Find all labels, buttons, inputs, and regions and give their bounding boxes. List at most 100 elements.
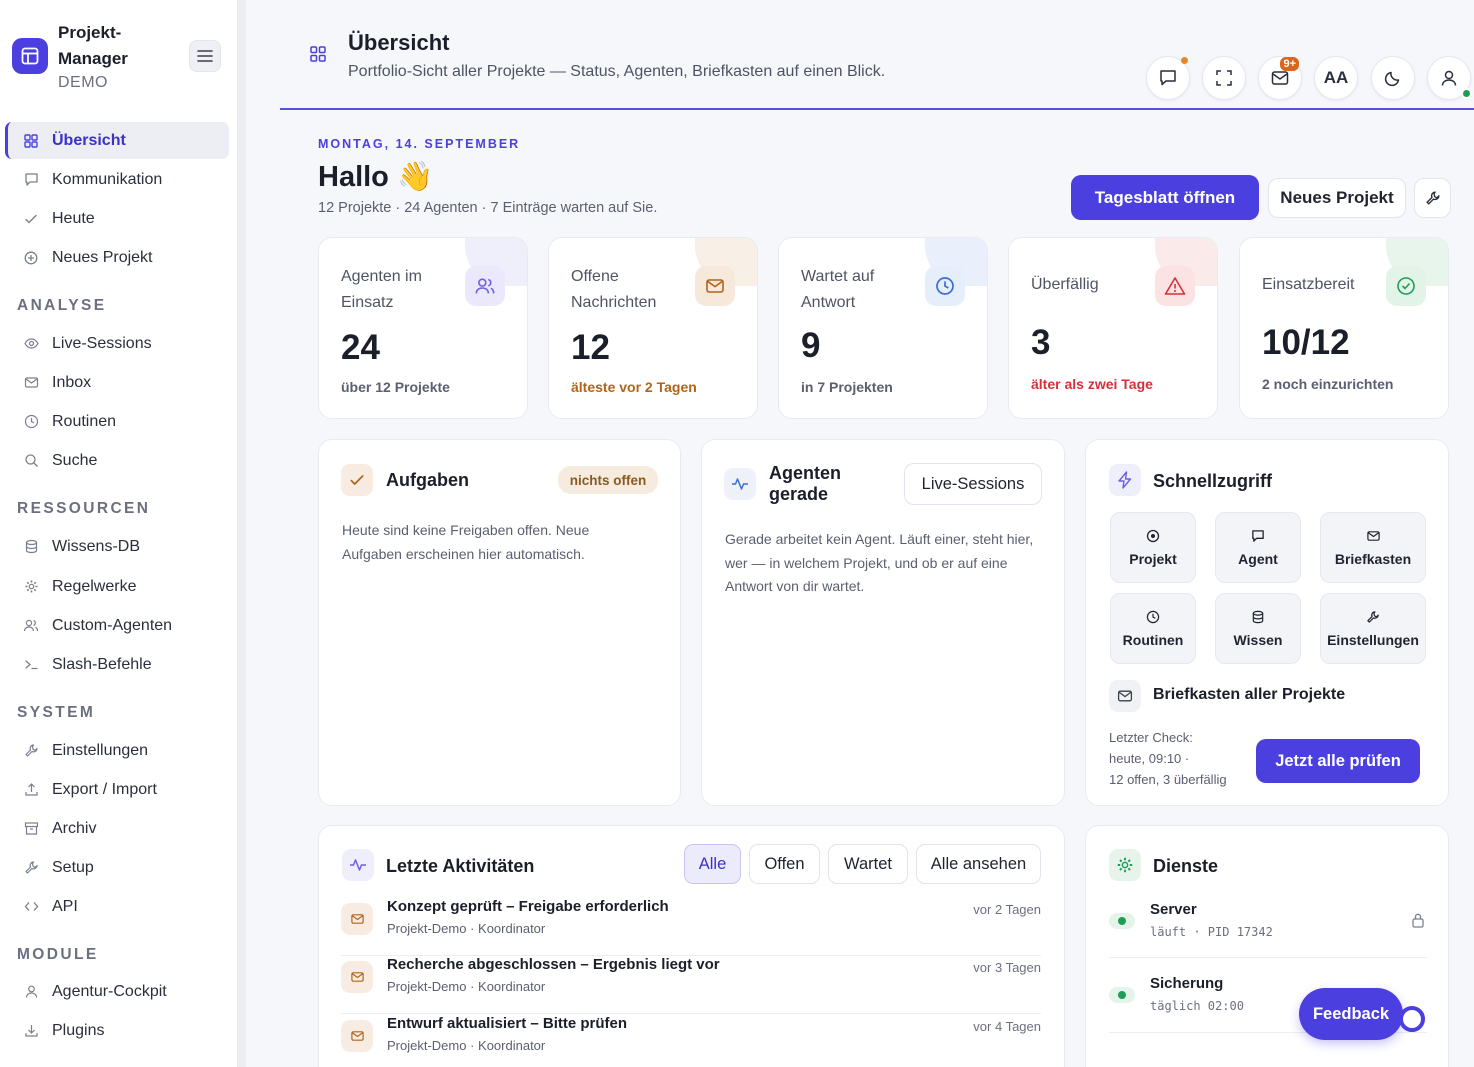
clock-icon	[1146, 610, 1160, 623]
sidebar-item-agentur-cockpit[interactable]: Agentur-Cockpit	[5, 973, 229, 1010]
toggle-switch[interactable]	[1399, 1006, 1425, 1032]
stat-label: Offene Nachrichten	[571, 268, 657, 311]
code-icon	[23, 899, 39, 915]
service-name: Sicherung	[1150, 975, 1224, 992]
greeting-summary: 12 Projekte · 24 Agenten · 7 Einträge wa…	[318, 200, 658, 216]
quick-tile-routinen[interactable]: Routinen	[1110, 593, 1196, 664]
mail-icon	[1109, 680, 1141, 712]
stat-card-overdue[interactable]: Überfällig 3 älter als zwei Tage	[1008, 237, 1218, 419]
quick-tile-projekt[interactable]: Projekt	[1110, 512, 1196, 583]
sidebar-item-api[interactable]: API	[5, 888, 229, 925]
agents-title-line2: gerade	[769, 484, 829, 504]
activity-role: Koordinator	[478, 979, 546, 994]
sidebar-item-inbox[interactable]: Inbox	[5, 364, 229, 401]
sidebar-item-regelwerke[interactable]: Regelwerke	[5, 568, 229, 605]
last-check-line2: heute, 09:10 ·	[1109, 751, 1190, 766]
greeting-heading: Hallo 👋	[318, 161, 434, 193]
live-sessions-button[interactable]: Live-Sessions	[904, 463, 1042, 505]
nav-section-ressourcen: RESSOURCEN	[17, 500, 151, 517]
stat-card-agents[interactable]: Agenten im Einsatz 24 über 12 Projekte	[318, 237, 528, 419]
sidebar-item-label: Kommunikation	[52, 170, 163, 188]
sidebar-item-export-import[interactable]: Export / Import	[5, 771, 229, 808]
mail-icon	[341, 903, 373, 935]
sidebar-item-slash-befehle[interactable]: Slash-Befehle	[5, 646, 229, 683]
sidebar-item-kommunikation[interactable]: Kommunikation	[5, 161, 229, 198]
sidebar-scrollbar[interactable]	[238, 0, 246, 1067]
feedback-button[interactable]: Feedback	[1299, 988, 1403, 1040]
font-size-button[interactable]: AA	[1314, 56, 1358, 100]
stat-note: 2 noch einzurichten	[1262, 376, 1394, 392]
chat-icon	[1160, 70, 1176, 86]
open-daily-sheet-button[interactable]: Tagesblatt öffnen	[1071, 175, 1259, 220]
sidebar-item-einstellungen[interactable]: Einstellungen	[5, 732, 229, 769]
services-title: Dienste	[1153, 856, 1219, 876]
sidebar-item-label: API	[52, 897, 78, 915]
quick-tile-wissen[interactable]: Wissen	[1215, 593, 1301, 664]
target-icon	[1146, 529, 1160, 542]
sidebar-item-neues-projekt[interactable]: Neues Projekt	[5, 239, 229, 276]
sidebar-item-routinen[interactable]: Routinen	[5, 403, 229, 440]
filter-wartet[interactable]: Wartet	[828, 844, 908, 884]
quick-tile-einstellungen[interactable]: Einstellungen	[1320, 593, 1426, 664]
sidebar-item-uebersicht[interactable]: Übersicht	[5, 122, 229, 159]
archive-icon	[23, 821, 39, 837]
check-all-button[interactable]: Jetzt alle prüfen	[1256, 739, 1420, 783]
sidebar-item-label: Setup	[52, 858, 94, 876]
stat-label: Agenten im Einsatz	[341, 268, 422, 311]
profile-button[interactable]	[1427, 56, 1472, 100]
quick-tile-label: Briefkasten	[1334, 550, 1412, 567]
dark-mode-button[interactable]	[1371, 56, 1415, 100]
activity-title-text: Recherche abgeschlossen – Ergebnis liegt…	[387, 956, 720, 973]
nav-section-system: SYSTEM	[17, 704, 96, 721]
eye-icon	[23, 336, 39, 352]
sidebar-item-label: Export / Import	[52, 780, 157, 798]
sidebar-item-plugins[interactable]: Plugins	[5, 1012, 229, 1049]
sidebar-item-setup[interactable]: Setup	[5, 849, 229, 886]
sidebar-item-label: Inbox	[52, 373, 92, 391]
messages-button[interactable]	[1146, 56, 1190, 100]
sidebar-item-label: Heute	[52, 209, 95, 227]
sidebar-item-suche[interactable]: Suche	[5, 442, 229, 479]
sidebar-item-label: Neues Projekt	[52, 248, 153, 266]
mailbox-title: Briefkasten aller Projekte	[1153, 686, 1346, 703]
new-project-button[interactable]: Neues Projekt	[1268, 178, 1406, 218]
sidebar-item-heute[interactable]: Heute	[5, 200, 229, 237]
fullscreen-button[interactable]	[1202, 56, 1246, 100]
clock-icon	[925, 266, 965, 306]
lock-icon[interactable]	[1411, 912, 1425, 928]
gear-icon	[1109, 849, 1141, 881]
inbox-button[interactable]: 9+	[1258, 56, 1302, 100]
mail-icon	[23, 375, 39, 391]
filter-alle[interactable]: Alle	[684, 844, 741, 884]
tasks-status-badge: nichts offen	[558, 466, 658, 494]
fullscreen-icon	[1216, 70, 1232, 86]
stat-card-waiting[interactable]: Wartet auf Antwort 9 in 7 Projekten	[778, 237, 988, 419]
sidebar-item-label: Suche	[52, 451, 98, 469]
search-icon	[23, 453, 39, 469]
stat-card-ready[interactable]: Einsatzbereit 10/12 2 noch einzurichten	[1239, 237, 1449, 419]
sidebar: Projekt- Manager DEMO Übersicht Kommunik…	[0, 0, 238, 1067]
activity-title-text: Konzept geprüft – Freigabe erforderlich	[387, 898, 669, 915]
check-icon	[341, 464, 373, 496]
quick-tile-briefkasten[interactable]: Briefkasten	[1320, 512, 1426, 583]
activity-row[interactable]: Konzept geprüft – Freigabe erforderlich …	[341, 898, 1041, 956]
lightning-icon	[1109, 464, 1141, 496]
database-icon	[23, 539, 39, 555]
filter-offen[interactable]: Offen	[749, 844, 820, 884]
wrench-icon	[23, 860, 39, 876]
mail-icon	[1366, 530, 1380, 541]
sidebar-item-custom-agenten[interactable]: Custom-Agenten	[5, 607, 229, 644]
stat-card-messages[interactable]: Offene Nachrichten 12 älteste vor 2 Tage…	[548, 237, 758, 419]
quick-tile-agent[interactable]: Agent	[1215, 512, 1301, 583]
activity-project: Projekt-Demo	[387, 1038, 467, 1053]
sidebar-item-archiv[interactable]: Archiv	[5, 810, 229, 847]
activity-row[interactable]: Entwurf aktualisiert – Bitte prüfen Proj…	[341, 1015, 1041, 1067]
menu-toggle-button[interactable]	[189, 40, 221, 72]
sidebar-item-live-sessions[interactable]: Live-Sessions	[5, 325, 229, 362]
tools-button[interactable]	[1414, 178, 1451, 218]
activity-row[interactable]: Recherche abgeschlossen – Ergebnis liegt…	[341, 956, 1041, 1014]
view-all-button[interactable]: Alle ansehen	[916, 844, 1041, 884]
sidebar-item-wissens-db[interactable]: Wissens-DB	[5, 528, 229, 565]
activity-icon	[724, 468, 756, 500]
wrench-icon	[1425, 191, 1440, 205]
